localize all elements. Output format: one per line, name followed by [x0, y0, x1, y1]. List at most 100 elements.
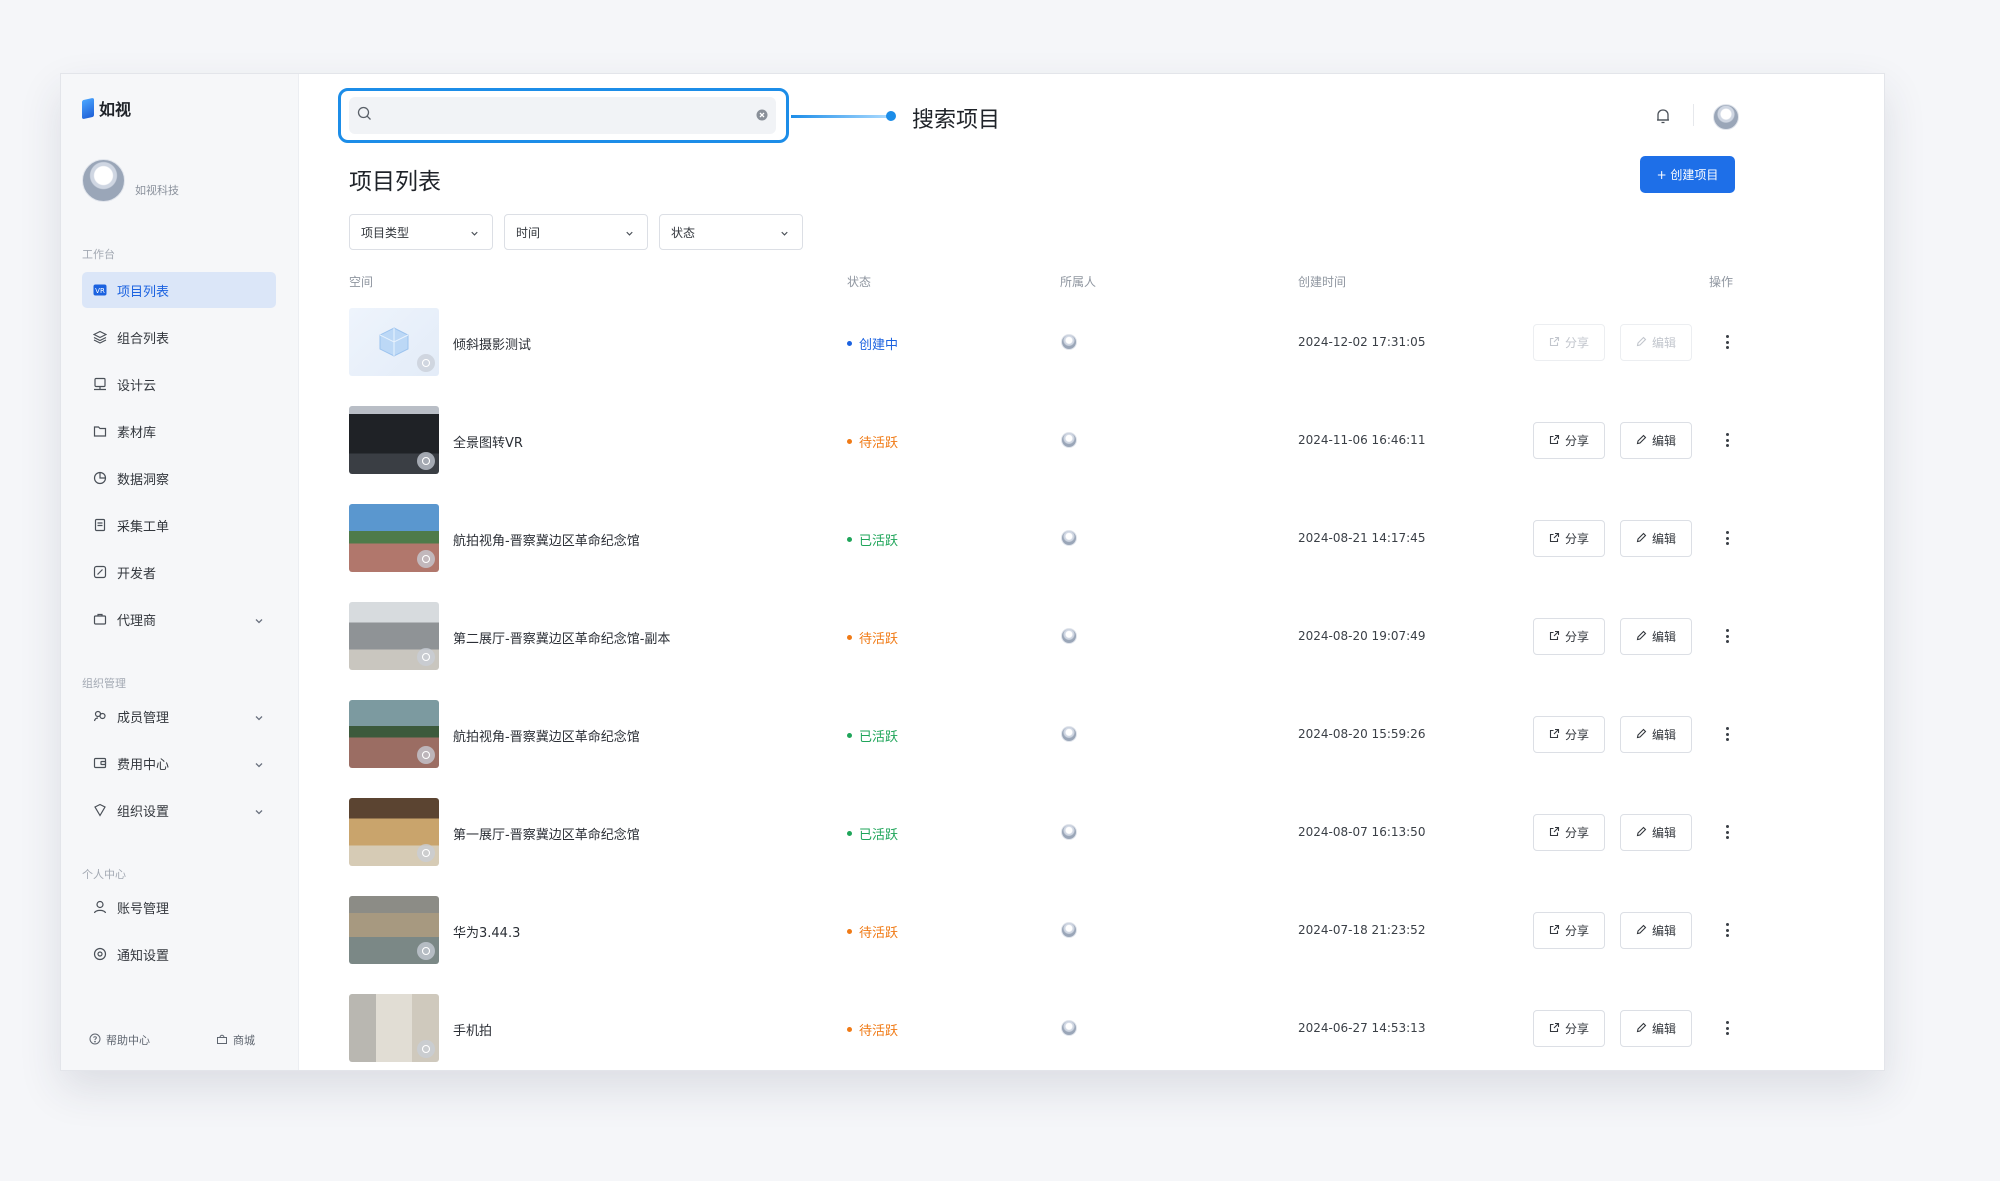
sidebar-item-project-list[interactable]: VR 项目列表 — [82, 272, 276, 308]
filter-status[interactable]: 状态 — [659, 214, 803, 250]
status-label: 创建中 — [859, 338, 899, 353]
sidebar-item-design-cloud[interactable]: 设计云 — [82, 366, 276, 402]
share-label: 分享 — [1564, 826, 1589, 840]
edit-button[interactable]: 编辑 — [1620, 422, 1692, 459]
share-label: 分享 — [1564, 336, 1589, 350]
created-time: 2024-08-20 15:59:26 — [1298, 727, 1426, 741]
bell-icon[interactable] — [1654, 107, 1672, 129]
sidebar-item-work-orders[interactable]: 采集工单 — [82, 507, 276, 543]
edit-icon — [1636, 924, 1647, 938]
owner-avatar — [1061, 726, 1077, 742]
status-label: 待活跃 — [859, 436, 899, 451]
search-input[interactable] — [380, 97, 756, 134]
share-icon — [1549, 434, 1560, 448]
clear-icon[interactable] — [756, 106, 768, 125]
edit-button[interactable]: 编辑 — [1620, 324, 1692, 361]
brand-logo[interactable]: 如视 — [82, 96, 131, 120]
sidebar-item-group-list[interactable]: 组合列表 — [82, 319, 276, 355]
monitor-icon — [93, 377, 107, 391]
project-thumbnail[interactable] — [349, 602, 439, 670]
share-button[interactable]: 分享 — [1533, 1010, 1605, 1047]
project-name[interactable]: 第二展厅-晋察冀边区革命纪念馆-副本 — [453, 628, 670, 647]
sidebar-item-agents[interactable]: 代理商 — [82, 601, 276, 637]
project-thumbnail[interactable] — [349, 406, 439, 474]
search-field — [349, 97, 776, 134]
create-project-button[interactable]: + 创建项目 — [1640, 156, 1735, 193]
help-center-label: 帮助中心 — [106, 1034, 150, 1047]
more-options-icon[interactable] — [1721, 430, 1733, 450]
sidebar-item-members[interactable]: 成员管理 — [82, 698, 276, 734]
share-button[interactable]: 分享 — [1533, 520, 1605, 557]
column-header-created: 创建时间 — [1298, 275, 1347, 289]
project-name[interactable]: 航拍视角-晋察冀边区革命纪念馆 — [453, 726, 640, 745]
created-time: 2024-07-18 21:23:52 — [1298, 923, 1426, 937]
project-name[interactable]: 航拍视角-晋察冀边区革命纪念馆 — [453, 530, 640, 549]
status-dot — [847, 733, 852, 738]
folder-icon — [93, 424, 107, 438]
status-badge: 待活跃 — [847, 1020, 898, 1039]
user-avatar[interactable] — [1713, 104, 1739, 130]
edit-label: 编辑 — [1651, 532, 1676, 546]
project-name[interactable]: 手机拍 — [453, 1020, 492, 1039]
edit-button[interactable]: 编辑 — [1620, 1010, 1692, 1047]
project-thumbnail[interactable] — [349, 994, 439, 1062]
status-badge: 待活跃 — [847, 432, 898, 451]
more-options-icon[interactable] — [1721, 528, 1733, 548]
share-label: 分享 — [1564, 728, 1589, 742]
share-button[interactable]: 分享 — [1533, 912, 1605, 949]
status-label: 待活跃 — [859, 1024, 899, 1039]
share-button[interactable]: 分享 — [1533, 618, 1605, 655]
more-options-icon[interactable] — [1721, 1018, 1733, 1038]
project-name[interactable]: 全景图转VR — [453, 432, 523, 451]
store-link[interactable]: 商城 — [216, 1032, 255, 1048]
filter-label: 时间 — [516, 225, 541, 240]
more-options-icon[interactable] — [1721, 724, 1733, 744]
project-thumbnail[interactable] — [349, 798, 439, 866]
status-label: 待活跃 — [859, 926, 899, 941]
owner-avatar — [1061, 1020, 1077, 1036]
chevron-down-icon — [253, 709, 265, 728]
share-button[interactable]: 分享 — [1533, 814, 1605, 851]
more-options-icon[interactable] — [1721, 920, 1733, 940]
share-button[interactable]: 分享 — [1533, 324, 1605, 361]
share-button[interactable]: 分享 — [1533, 422, 1605, 459]
org-profile[interactable]: 如视科技 — [82, 159, 179, 202]
sidebar-item-developer[interactable]: 开发者 — [82, 554, 276, 590]
edit-button[interactable]: 编辑 — [1620, 520, 1692, 557]
status-label: 已活跃 — [859, 730, 899, 745]
project-thumbnail[interactable] — [349, 896, 439, 964]
project-name[interactable]: 华为3.44.3 — [453, 922, 520, 941]
sidebar: 如视 如视科技 工作台 VR 项目列表 组合列表 设计云 素材库 数据洞察 采集… — [61, 74, 299, 1070]
column-header-actions: 操作 — [1709, 275, 1734, 289]
help-center-link[interactable]: 帮助中心 — [89, 1032, 150, 1048]
app-window: 如视 如视科技 工作台 VR 项目列表 组合列表 设计云 素材库 数据洞察 采集… — [60, 73, 1885, 1071]
project-thumbnail[interactable] — [349, 504, 439, 572]
owner-avatar — [1061, 824, 1077, 840]
more-options-icon[interactable] — [1721, 332, 1733, 352]
project-thumbnail[interactable] — [349, 308, 439, 376]
project-name[interactable]: 倾斜摄影测试 — [453, 334, 531, 353]
edit-button[interactable]: 编辑 — [1620, 814, 1692, 851]
created-time: 2024-08-21 14:17:45 — [1298, 531, 1426, 545]
edit-label: 编辑 — [1651, 434, 1676, 448]
project-name[interactable]: 第一展厅-晋察冀边区革命纪念馆 — [453, 824, 640, 843]
filter-project-type[interactable]: 项目类型 — [349, 214, 493, 250]
sidebar-item-label: 账号管理 — [117, 901, 170, 917]
sidebar-item-materials[interactable]: 素材库 — [82, 413, 276, 449]
share-button[interactable]: 分享 — [1533, 716, 1605, 753]
more-options-icon[interactable] — [1721, 626, 1733, 646]
sidebar-item-billing[interactable]: 费用中心 — [82, 745, 276, 781]
sidebar-item-org-settings[interactable]: 组织设置 — [82, 792, 276, 828]
filter-time[interactable]: 时间 — [504, 214, 648, 250]
project-thumbnail[interactable] — [349, 700, 439, 768]
sidebar-item-account[interactable]: 账号管理 — [82, 889, 276, 925]
sidebar-item-notifications[interactable]: 通知设置 — [82, 936, 276, 972]
sidebar-item-data-insights[interactable]: 数据洞察 — [82, 460, 276, 496]
more-options-icon[interactable] — [1721, 822, 1733, 842]
store-label: 商城 — [233, 1034, 255, 1047]
edit-button[interactable]: 编辑 — [1620, 716, 1692, 753]
edit-button[interactable]: 编辑 — [1620, 912, 1692, 949]
edit-button[interactable]: 编辑 — [1620, 618, 1692, 655]
user-icon — [93, 900, 107, 914]
status-dot — [847, 1027, 852, 1032]
